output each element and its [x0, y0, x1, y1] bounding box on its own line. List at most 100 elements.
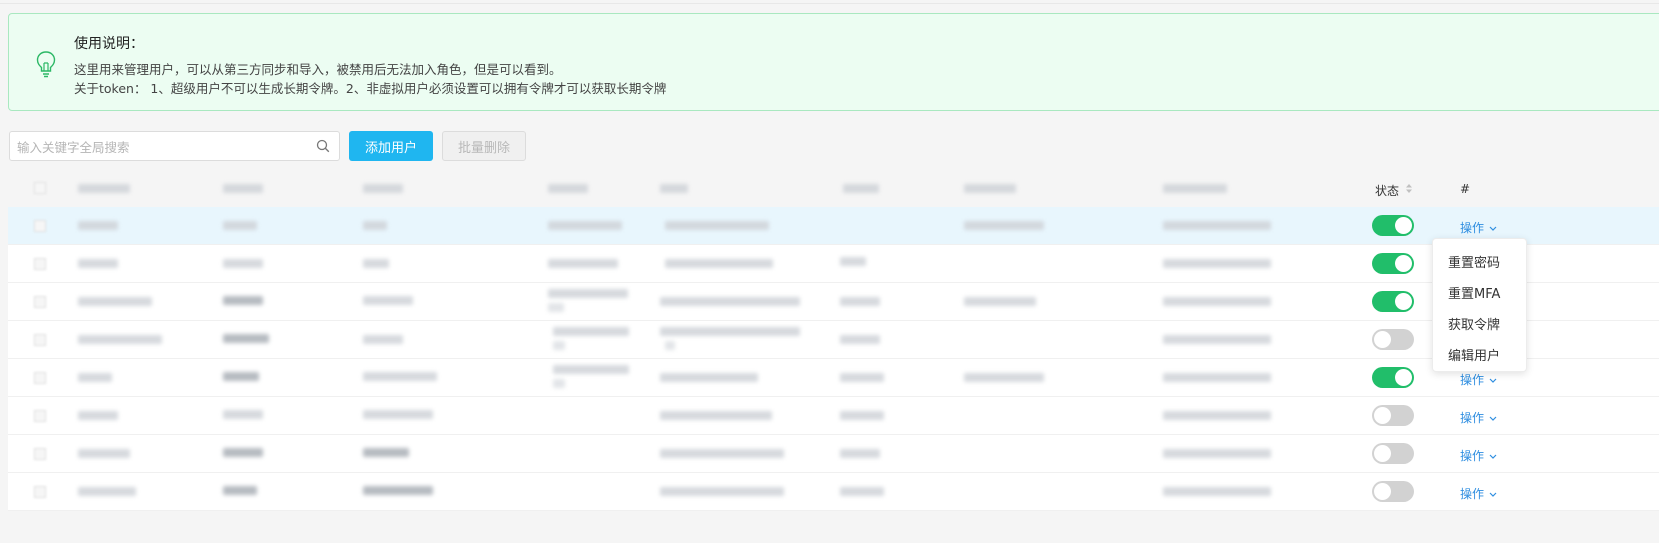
add-user-button[interactable]: 添加用户: [349, 131, 433, 161]
redacted-cell: [840, 487, 884, 496]
sort-icon[interactable]: [1405, 183, 1413, 194]
search-icon[interactable]: [316, 139, 330, 153]
table-row[interactable]: [8, 245, 1659, 283]
redacted-cell: [78, 221, 118, 230]
menu-item-reset-password[interactable]: 重置密码: [1448, 252, 1500, 271]
redacted-cell: [553, 365, 629, 374]
redacted-cell: [665, 221, 769, 230]
toggle-knob: [1395, 217, 1412, 234]
column-header-redacted: [660, 184, 688, 193]
row-checkbox[interactable]: [34, 410, 46, 422]
chevron-down-icon: [1489, 416, 1497, 421]
toggle-knob: [1374, 407, 1391, 424]
status-toggle[interactable]: [1372, 405, 1414, 426]
menu-item-get-token[interactable]: 获取令牌: [1448, 314, 1500, 333]
redacted-cell: [840, 297, 880, 306]
redacted-cell: [660, 411, 772, 420]
search-input[interactable]: [17, 137, 307, 157]
redacted-cell: [1163, 259, 1271, 268]
status-toggle[interactable]: [1372, 367, 1414, 388]
row-checkbox[interactable]: [34, 296, 46, 308]
user-table: 状态 # 操作 操作 操作 操作 操作: [8, 170, 1659, 543]
table-header: 状态 #: [8, 170, 1659, 207]
select-all-checkbox[interactable]: [34, 182, 46, 194]
redacted-cell: [1163, 373, 1271, 382]
redacted-cell: [363, 372, 437, 381]
status-toggle[interactable]: [1372, 443, 1414, 464]
row-checkbox[interactable]: [34, 372, 46, 384]
row-checkbox[interactable]: [34, 448, 46, 460]
menu-item-edit-user[interactable]: 编辑用户: [1448, 345, 1500, 364]
status-toggle[interactable]: [1372, 253, 1414, 274]
column-header-redacted: [843, 184, 879, 193]
table-row[interactable]: 操作: [8, 397, 1659, 435]
actions-dropdown-trigger[interactable]: 操作: [1460, 447, 1497, 464]
redacted-cell: [660, 373, 758, 382]
status-toggle[interactable]: [1372, 329, 1414, 350]
notice-line-1: 这里用来管理用户，可以从第三方同步和导入，被禁用后无法加入角色，但是可以看到。: [74, 62, 562, 77]
toggle-knob: [1374, 445, 1391, 462]
redacted-cell: [223, 296, 263, 305]
table-row[interactable]: 操作: [8, 207, 1659, 245]
redacted-cell: [1163, 297, 1271, 306]
actions-dropdown-trigger[interactable]: 操作: [1460, 371, 1497, 388]
actions-label: 操作: [1460, 449, 1485, 463]
column-header-redacted: [964, 184, 1016, 193]
chevron-down-icon: [1489, 492, 1497, 497]
redacted-cell: [363, 221, 387, 230]
redacted-cell: [1163, 487, 1271, 496]
redacted-cell: [363, 296, 413, 305]
actions-dropdown-trigger[interactable]: 操作: [1460, 485, 1497, 502]
status-toggle[interactable]: [1372, 481, 1414, 502]
chevron-down-icon: [1489, 378, 1497, 383]
search-box: [9, 131, 340, 161]
column-header-status[interactable]: 状态: [1375, 182, 1399, 199]
redacted-cell: [223, 372, 259, 381]
redacted-cell: [223, 486, 257, 495]
redacted-cell: [223, 259, 263, 268]
actions-label: 操作: [1460, 411, 1485, 425]
redacted-cell: [665, 259, 773, 268]
notice-title: 使用说明：: [74, 36, 144, 52]
redacted-cell: [660, 297, 800, 306]
row-checkbox[interactable]: [34, 486, 46, 498]
redacted-cell: [223, 221, 257, 230]
redacted-cell: [548, 259, 618, 268]
batch-delete-button[interactable]: 批量删除: [442, 131, 526, 161]
menu-item-reset-mfa[interactable]: 重置MFA: [1448, 283, 1500, 302]
table-row[interactable]: 操作: [8, 473, 1659, 511]
redacted-cell: [78, 373, 112, 382]
lightbulb-icon: [36, 51, 56, 78]
status-toggle[interactable]: [1372, 215, 1414, 236]
redacted-cell: [964, 297, 1036, 306]
table-row[interactable]: [8, 321, 1659, 359]
row-checkbox[interactable]: [34, 220, 46, 232]
redacted-cell: [548, 289, 628, 298]
redacted-cell: [660, 449, 784, 458]
top-divider: [0, 3, 1659, 4]
redacted-cell: [553, 327, 629, 336]
redacted-cell: [840, 411, 884, 420]
chevron-down-icon: [1489, 454, 1497, 459]
redacted-cell: [840, 257, 866, 266]
actions-dropdown-menu: 重置密码 重置MFA 获取令牌 编辑用户: [1432, 238, 1527, 372]
column-header-redacted: [363, 184, 403, 193]
status-toggle[interactable]: [1372, 291, 1414, 312]
redacted-cell: [78, 411, 118, 420]
table-row[interactable]: 操作: [8, 435, 1659, 473]
column-header-redacted: [78, 184, 130, 193]
table-row[interactable]: 操作: [8, 359, 1659, 397]
redacted-cell: [223, 334, 269, 343]
row-checkbox[interactable]: [34, 334, 46, 346]
actions-dropdown-trigger[interactable]: 操作: [1460, 219, 1497, 236]
column-header-actions: #: [1460, 182, 1471, 196]
table-row[interactable]: [8, 283, 1659, 321]
actions-label: 操作: [1460, 487, 1485, 501]
redacted-cell: [363, 486, 433, 495]
redacted-cell: [840, 373, 884, 382]
redacted-cell: [78, 259, 118, 268]
actions-dropdown-trigger[interactable]: 操作: [1460, 409, 1497, 426]
redacted-cell: [964, 373, 1044, 382]
row-checkbox[interactable]: [34, 258, 46, 270]
notice-line-2: 关于token： 1、超级用户不可以生成长期令牌。2、非虚拟用户必须设置可以拥有…: [74, 81, 667, 96]
